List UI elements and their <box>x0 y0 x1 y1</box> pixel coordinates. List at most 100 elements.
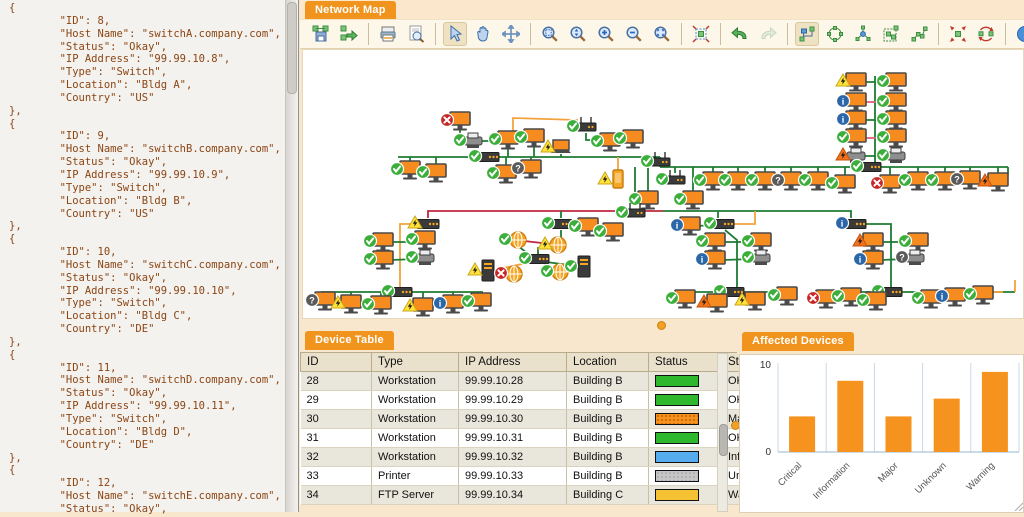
print-preview-icon[interactable] <box>404 22 428 46</box>
hierarchical-layout-icon[interactable] <box>795 22 819 46</box>
device-node-ws-ok[interactable] <box>629 191 659 210</box>
left-panel-scrollbar[interactable] <box>285 0 297 512</box>
bar-warning[interactable] <box>982 372 1008 452</box>
column-header-type[interactable]: Type <box>372 353 459 372</box>
device-node-sw-ok[interactable] <box>542 217 573 230</box>
device-node-lp-warn[interactable] <box>541 140 571 153</box>
info-icon[interactable]: i <box>1013 22 1024 46</box>
overview-icon[interactable] <box>689 22 713 46</box>
device-node-gl-ok[interactable] <box>499 232 527 248</box>
device-node-ws-ok[interactable] <box>742 233 772 252</box>
device-node-ws-ok[interactable] <box>364 233 394 252</box>
device-node-ws-ok[interactable] <box>666 290 696 309</box>
device-node-pr-ok[interactable] <box>454 133 483 148</box>
bar-critical[interactable] <box>789 416 815 452</box>
tab-device-table[interactable]: Device Table <box>305 331 394 350</box>
device-node-sw-ok[interactable] <box>851 160 882 173</box>
device-node-ws-warn[interactable] <box>403 298 433 317</box>
device-node-gl-warn[interactable] <box>538 237 566 253</box>
left-panel-scroll-thumb[interactable] <box>287 2 297 94</box>
device-node-ws-ok[interactable] <box>877 129 907 148</box>
device-node-rt-ok[interactable] <box>567 117 597 133</box>
device-node-ws-ok[interactable] <box>719 172 749 191</box>
device-node-sw-ok[interactable] <box>704 217 735 230</box>
device-node-sw-warn[interactable] <box>408 216 439 229</box>
device-node-rt-ok[interactable] <box>656 170 686 186</box>
device-node-ws-ok[interactable] <box>964 286 994 305</box>
device-node-ws-ok[interactable] <box>857 292 887 311</box>
device-node-ws-ok[interactable] <box>364 251 394 270</box>
device-node-ws-ok[interactable] <box>899 172 929 191</box>
bar-information[interactable] <box>837 381 863 452</box>
device-node-gl-ok[interactable] <box>541 264 569 280</box>
device-node-ws-ok[interactable] <box>417 164 447 183</box>
device-node-rt-ok[interactable] <box>616 203 646 219</box>
device-node-ws-ok[interactable] <box>674 191 704 210</box>
device-node-ws-unk[interactable]: ? <box>951 171 981 190</box>
select-tool-icon[interactable] <box>443 22 467 46</box>
group-layout-icon[interactable] <box>879 22 903 46</box>
table-row[interactable]: 32Workstation99.99.10.32Building BInform… <box>301 448 807 467</box>
interactive-zoom-icon[interactable] <box>566 22 590 46</box>
bar-unknown[interactable] <box>934 399 960 452</box>
undo-icon[interactable] <box>728 22 752 46</box>
device-node-ws-ok[interactable] <box>515 129 545 148</box>
device-node-ws-ok[interactable] <box>799 172 829 191</box>
device-node-ws-ok[interactable] <box>391 161 421 180</box>
device-node-ws-crit[interactable] <box>853 233 883 252</box>
bar-major[interactable] <box>886 416 912 452</box>
device-node-ws-ok[interactable] <box>746 172 776 191</box>
device-node-ws-ok[interactable] <box>899 233 929 252</box>
print-icon[interactable] <box>376 22 400 46</box>
device-node-sw-ok[interactable] <box>469 150 500 163</box>
save-map-icon[interactable] <box>309 22 333 46</box>
device-node-pr-ok[interactable] <box>406 250 435 265</box>
zoom-fit-icon[interactable] <box>650 22 674 46</box>
device-node-pr-ok[interactable] <box>877 148 906 163</box>
column-header-location[interactable]: Location <box>567 353 649 372</box>
incremental-layout-icon[interactable] <box>907 22 931 46</box>
zoom-out-icon[interactable] <box>622 22 646 46</box>
circular-layout-icon[interactable] <box>823 22 847 46</box>
device-node-ws-info[interactable]: i <box>696 251 726 270</box>
device-node-ws-ok[interactable] <box>768 287 798 306</box>
device-node-ph-warn[interactable] <box>598 170 623 188</box>
device-table-scrollbar[interactable] <box>717 353 728 512</box>
device-node-ws-ok[interactable] <box>696 233 726 252</box>
device-node-ws-ok[interactable] <box>594 223 624 242</box>
column-header-status[interactable]: Status <box>649 353 722 372</box>
device-node-ws-ok[interactable] <box>877 111 907 130</box>
rotate-layout-icon[interactable] <box>974 22 998 46</box>
export-map-icon[interactable] <box>337 22 361 46</box>
tab-network-map[interactable]: Network Map <box>305 1 396 20</box>
redo-icon[interactable] <box>756 22 780 46</box>
table-row[interactable]: 29Workstation99.99.10.29Building BOK <box>301 391 807 410</box>
device-node-sv-warn[interactable] <box>468 260 494 281</box>
device-node-ws-unk[interactable]: ? <box>306 292 336 311</box>
column-header-ip-address[interactable]: IP Address <box>459 353 567 372</box>
device-node-ws-info[interactable]: i <box>837 93 867 112</box>
device-node-ws-ok[interactable] <box>489 131 519 150</box>
move-tool-icon[interactable] <box>499 22 523 46</box>
zoom-in-icon[interactable] <box>594 22 618 46</box>
device-node-ws-info[interactable]: i <box>434 295 464 314</box>
device-node-ws-unk[interactable]: ? <box>772 172 802 191</box>
device-node-pr-unk[interactable]: ? <box>896 250 925 265</box>
device-node-ws-crit[interactable] <box>697 294 727 313</box>
device-node-ws-err[interactable] <box>807 290 837 309</box>
device-node-ws-ok[interactable] <box>837 129 867 148</box>
table-row[interactable]: 31Workstation99.99.10.31Building BOK <box>301 429 807 448</box>
device-node-pr-ok[interactable] <box>742 250 771 265</box>
device-node-ws-ok[interactable] <box>462 293 492 312</box>
table-row[interactable]: 28Workstation99.99.10.28Building BOK <box>301 372 807 391</box>
device-node-ws-crit[interactable] <box>978 173 1008 192</box>
network-map-canvas[interactable]: ii????iiiii?i <box>302 49 1024 319</box>
tab-affected-devices[interactable]: Affected Devices <box>742 332 854 351</box>
device-node-ws-info[interactable]: i <box>671 217 701 236</box>
device-node-ws-err[interactable] <box>441 112 471 131</box>
device-table-scroll-thumb[interactable] <box>719 424 728 456</box>
device-node-ws-warn[interactable] <box>836 73 866 92</box>
device-node-ws-info[interactable]: i <box>837 111 867 130</box>
horizontal-splitter-handle[interactable] <box>657 321 666 330</box>
device-node-ws-info[interactable]: i <box>854 251 884 270</box>
